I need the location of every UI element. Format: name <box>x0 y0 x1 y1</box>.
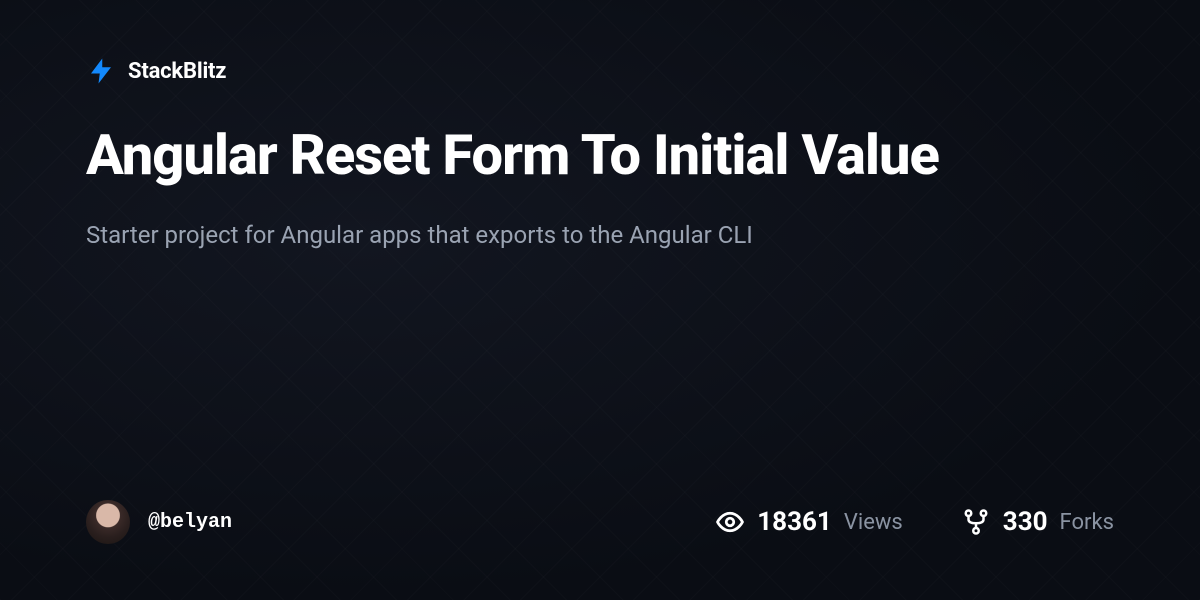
eye-icon <box>715 507 745 537</box>
bolt-icon <box>86 56 116 86</box>
views-stat: 18361 Views <box>715 507 903 537</box>
brand-header: StackBlitz <box>86 56 1114 86</box>
footer-bar: @belyan 18361 Views 330 Forks <box>86 500 1114 600</box>
forks-count: 330 <box>1003 507 1048 537</box>
project-description: Starter project for Angular apps that ex… <box>86 217 846 253</box>
fork-icon <box>961 507 991 537</box>
author-handle: @belyan <box>148 511 232 534</box>
views-label: Views <box>844 510 903 535</box>
forks-label: Forks <box>1060 510 1114 535</box>
views-count: 18361 <box>757 507 832 537</box>
forks-stat: 330 Forks <box>961 507 1114 537</box>
project-title: Angular Reset Form To Initial Value <box>86 124 986 187</box>
avatar <box>86 500 130 544</box>
brand-name: StackBlitz <box>128 59 226 84</box>
social-card: StackBlitz Angular Reset Form To Initial… <box>0 0 1200 600</box>
